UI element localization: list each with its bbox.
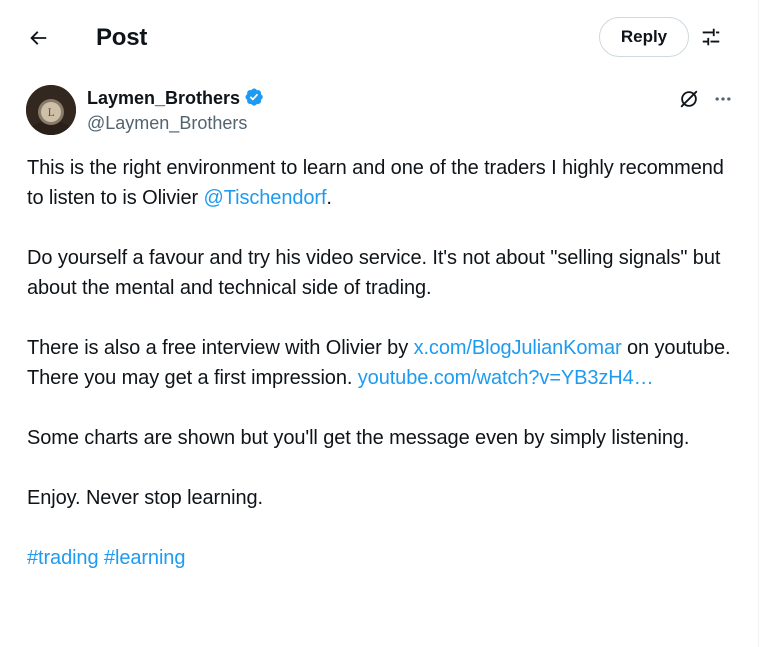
youtube-link[interactable]: youtube.com/watch?v=YB3zH4… — [358, 367, 654, 389]
svg-text:L: L — [48, 108, 55, 119]
more-button[interactable] — [709, 85, 737, 113]
post-header: Post Reply — [0, 0, 759, 76]
avatar[interactable]: L — [26, 85, 76, 135]
page-title: Post — [96, 24, 148, 51]
post-paragraph-4: Some charts are shown but you'll get the… — [27, 427, 690, 449]
paragraph-text: This is the right environment to learn a… — [27, 157, 724, 209]
post-paragraph-5: Enjoy. Never stop learning. — [27, 487, 263, 509]
paragraph-text: . — [326, 187, 332, 209]
settings-button[interactable] — [694, 20, 728, 54]
more-horizontal-icon — [715, 97, 731, 101]
grok-button[interactable] — [675, 85, 703, 113]
post-paragraph-2: Do yourself a favour and try his video s… — [27, 247, 721, 299]
post-hashtags: #trading #learning — [27, 543, 732, 573]
mention-link[interactable]: @Tischendorf — [204, 187, 327, 209]
arrow-left-icon — [30, 31, 47, 45]
back-button[interactable] — [20, 20, 56, 56]
post-text: This is the right environment to learn a… — [27, 153, 732, 573]
paragraph-text: There is also a free interview with Oliv… — [27, 337, 414, 359]
grok-icon — [680, 90, 698, 108]
profile-link[interactable]: x.com/BlogJulianKomar — [414, 337, 622, 359]
author-name[interactable]: Laymen_Brothers — [87, 86, 266, 110]
author-handle[interactable]: @Laymen_Brothers — [87, 111, 247, 135]
post-paragraph-1: This is the right environment to learn a… — [27, 153, 732, 213]
post-paragraph-3: There is also a free interview with Oliv… — [27, 333, 732, 393]
hashtag-link[interactable]: #trading — [27, 547, 99, 569]
verified-badge-icon — [244, 87, 266, 109]
reply-button[interactable]: Reply — [599, 17, 689, 57]
author-display-name: Laymen_Brothers — [87, 88, 241, 108]
post-page: Post Reply L Laymen_Brothers @Laymen_Bro… — [0, 0, 759, 647]
sliders-icon — [702, 28, 720, 46]
hashtag-link[interactable]: #learning — [104, 547, 185, 569]
